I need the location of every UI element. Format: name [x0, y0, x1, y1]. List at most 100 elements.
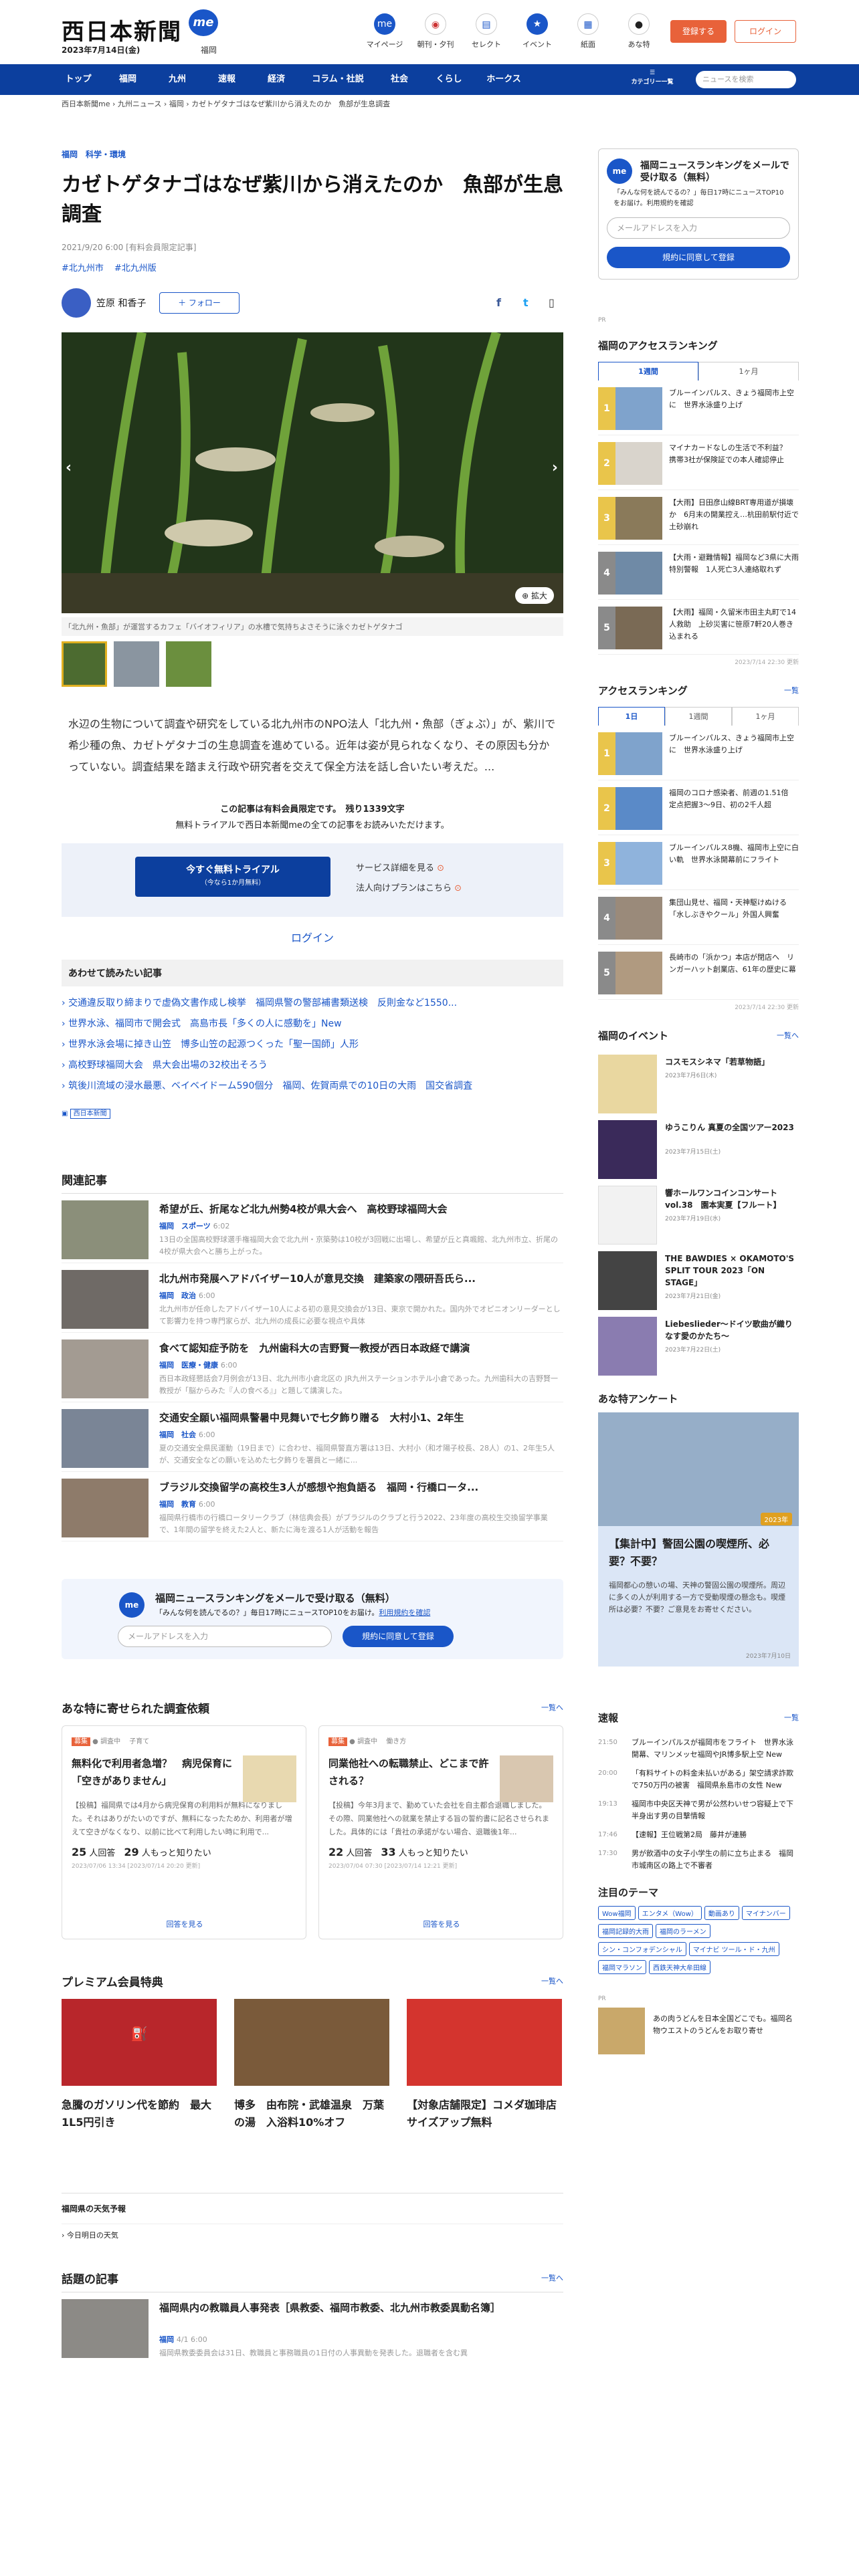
corporate-plan-link[interactable]: 法人向けプランはこちら ⊙: [356, 881, 462, 893]
tab-month[interactable]: 1ヶ月: [732, 707, 799, 726]
bookmark-icon[interactable]: ▯: [549, 296, 555, 309]
ranking-item[interactable]: 2 マイナカードなしの生活で不利益？ 携帯3社が保険証での本人確認停止: [598, 435, 799, 490]
ranking-item[interactable]: 4 集団山見せ、福岡・天神駆けぬける「水しぶきやクール」外国人興奮: [598, 890, 799, 945]
email-field[interactable]: メールアドレスを入力: [607, 217, 790, 239]
theme-chip[interactable]: 福岡記録的大雨: [598, 1924, 653, 1938]
list-item[interactable]: 筑後川流域の浸水最悪、ベイベイドーム590個分 福岡、佐賀両県での10日の大雨 …: [62, 1076, 563, 1097]
breaking-more-link[interactable]: 一覧: [784, 1712, 799, 1723]
tab-month[interactable]: 1ヶ月: [698, 362, 799, 381]
paper-button[interactable]: ◉ 朝刊・夕刊: [412, 13, 459, 49]
news-item[interactable]: 17:46 【速報】王位戦第2局 藤井が連勝: [598, 1829, 799, 1841]
terms-link[interactable]: 利用規約を確認: [379, 1608, 430, 1617]
select-button[interactable]: ▤ セレクト: [463, 13, 510, 49]
nav-economy[interactable]: 経済: [252, 64, 301, 95]
subscribe-button[interactable]: 規約に同意して登録: [607, 247, 790, 268]
list-item[interactable]: 世界水泳、福岡市で開会式 高島市長「多くの人に感動を」New: [62, 1014, 563, 1035]
related-article[interactable]: 食べて認知症予防を 九州歯科大の吉野賢一教授が西日本政経で講演 福岡 医療・健康 …: [62, 1333, 563, 1402]
related-article[interactable]: 希望が丘、折尾など北九州勢4校が県大会へ 高校野球福岡大会 福岡 スポーツ 6:0…: [62, 1194, 563, 1263]
theme-chip[interactable]: マイナンバー: [741, 1906, 790, 1920]
event-item[interactable]: コスモスシネマ「若草物語」 2023年7月6日(木): [598, 1051, 799, 1116]
ranking-item[interactable]: 5 【大雨】福岡・久留米市田主丸町で14人救助 上砂災害に笹原7軒20人巻き込まれ…: [598, 600, 799, 655]
nav-society[interactable]: 社会: [375, 64, 424, 95]
access-more-link[interactable]: 一覧: [784, 685, 799, 695]
tab-week[interactable]: 1週間: [598, 362, 698, 381]
news-item[interactable]: 19:13 福岡市中央区天神で男が公然わいせつ容疑上で下半身出す男の目撃情報: [598, 1798, 799, 1822]
theme-chip[interactable]: マイナビ ツール・ド・九州: [688, 1942, 779, 1956]
nav-column[interactable]: コラム・社説: [301, 64, 375, 95]
ranking-item[interactable]: 2 福岡のコロナ感染者、前週の1.51倍 定点把握3〜9日、初の2千人超: [598, 780, 799, 835]
theme-chip[interactable]: 福岡マラソン: [598, 1960, 646, 1974]
nav-fukuoka[interactable]: 福岡: [103, 64, 153, 95]
survey-card[interactable]: 募集 ● 調査中 働き方 同業他社への転職禁止、どこまで許される？ 【投稿】今年…: [318, 1725, 563, 1939]
tag-kitakyushu[interactable]: #北九州市: [62, 263, 104, 274]
theme-chip[interactable]: エンタメ（Wow）: [638, 1906, 702, 1920]
search-input[interactable]: ニュースを検索: [696, 71, 796, 88]
ranking-item[interactable]: 5 長崎市の「浜かつ」本店が閉店へ リンガーハット創業店、61年の歴史に幕: [598, 945, 799, 1000]
ranking-item[interactable]: 3 【大雨】日田彦山線BRT専用道が損壊か 6月末の開業控え…杭田前駅付近で土砂崩…: [598, 490, 799, 545]
news-item[interactable]: 20:00 「有料サイトの料金未払いがある」架空請求詐欺で750万円の被害 福岡県…: [598, 1767, 799, 1792]
site-logo[interactable]: 西日本新聞: [62, 13, 182, 46]
me-logo-icon[interactable]: me: [189, 9, 218, 36]
nav-sokuho[interactable]: 速報: [202, 64, 252, 95]
premium-card[interactable]: ⛽ 急騰のガソリン代を節約 最大1L5円引き: [62, 1999, 217, 2131]
event-item[interactable]: ゆうこりん 真夏の全国ツアー2023 2023年7月15日(土): [598, 1116, 799, 1182]
free-trial-button[interactable]: 今すぐ無料トライアル （今なら1か月無料）: [135, 857, 330, 897]
event-item[interactable]: THE BAWDIES × OKAMOTO'S SPLIT TOUR 2023「…: [598, 1247, 799, 1313]
theme-chip[interactable]: シン・コンフォデンシャル: [598, 1942, 686, 1956]
related-article[interactable]: 交通安全願い福岡県警暑中見舞いで七夕飾り贈る 大村小1、2年生 福岡 社会 6:0…: [62, 1402, 563, 1472]
next-arrow-icon[interactable]: ›: [552, 459, 558, 476]
shimen-button[interactable]: ▦ 紙面: [565, 13, 611, 49]
premium-card[interactable]: 【対象店舗限定】コメダ珈琲店 サイズアップ無料: [407, 1999, 562, 2131]
follow-button[interactable]: ＋ フォロー: [159, 292, 240, 314]
login-link[interactable]: ログイン: [62, 929, 563, 945]
tag-kitakyushu-ban[interactable]: #北九州版: [114, 263, 157, 274]
article-category[interactable]: 福岡 科学・環境: [62, 148, 563, 160]
event-button[interactable]: ★ イベント: [514, 13, 561, 49]
thumbnail[interactable]: [114, 641, 159, 687]
questionnaire-card[interactable]: 2023年 【集計中】警固公園の喫煙所、必要？不要？ 福岡都心の憩いの場、天神の…: [598, 1412, 799, 1667]
list-item[interactable]: 高校野球福岡大会 県大会出場の32校出そろう: [62, 1055, 563, 1076]
login-button[interactable]: ログイン: [735, 20, 796, 43]
register-button[interactable]: 登録する: [670, 20, 727, 43]
survey-card[interactable]: 募集 ● 調査中 子育て 無料化で利用者急増？ 病児保育に「空きがありません」 …: [62, 1725, 306, 1939]
event-item[interactable]: Liebeslieder〜ドイツ歌曲が織りなす愛のかたち〜 2023年7月22日(…: [598, 1313, 799, 1378]
topic-more-link[interactable]: 一覧へ: [541, 2272, 563, 2283]
ranking-item[interactable]: 3 ブルーインパルス8機、福岡市上空に白い軌 世界水泳開幕前にフライト: [598, 835, 799, 890]
ranking-item[interactable]: 4 【大雨・避難情報】福岡など3県に大雨特別警報 1人死亡3人連絡取れず: [598, 545, 799, 600]
author-name[interactable]: 笠原 和香子: [96, 296, 146, 310]
twitter-icon[interactable]: t: [523, 296, 529, 309]
service-detail-link[interactable]: サービス詳細を見る ⊙: [356, 861, 444, 873]
nav-kyushu[interactable]: 九州: [153, 64, 202, 95]
nav-top[interactable]: トップ: [54, 64, 103, 95]
header-city[interactable]: 福岡: [201, 44, 217, 56]
view-answer-link[interactable]: 回答を見る: [319, 1919, 564, 1929]
mypage-button[interactable]: me マイページ: [361, 13, 408, 49]
nav-life[interactable]: くらし: [424, 64, 474, 95]
theme-chip[interactable]: Wow福岡: [598, 1906, 636, 1920]
related-article[interactable]: 北九州市発展へアドバイザー10人が意見交換 建築家の隈研吾氏ら... 福岡 政治 …: [62, 1263, 563, 1333]
list-item[interactable]: 交通違反取り締まりで虚偽文書作成し検挙 福岡県警の警部補書類送検 反則金など15…: [62, 993, 563, 1014]
thumbnail[interactable]: [62, 641, 107, 687]
prev-arrow-icon[interactable]: ‹: [66, 459, 72, 476]
ranking-item[interactable]: 1 ブルーインパルス、きょう福岡市上空に 世界水泳盛り上げ: [598, 381, 799, 435]
survey-more-link[interactable]: 一覧へ: [541, 1702, 563, 1713]
theme-chip[interactable]: 福岡のラーメン: [656, 1924, 710, 1938]
event-more-link[interactable]: 一覧へ: [777, 1030, 799, 1041]
subscribe-button[interactable]: 規約に同意して登録: [343, 1626, 454, 1647]
premium-card[interactable]: 博多 由布院・武雄温泉 万葉の湯 入浴料10%オフ: [234, 1999, 389, 2131]
thumbnail[interactable]: [166, 641, 211, 687]
tab-week[interactable]: 1週間: [665, 707, 732, 726]
pr-item[interactable]: あの肉うどんを日本全国どこでも。福岡名物ウエストのうどんをお取り寄せ: [598, 2008, 799, 2061]
anatoku-button[interactable]: ● あな特: [615, 13, 662, 49]
enlarge-button[interactable]: ⊕ 拡大: [515, 587, 554, 604]
tab-day[interactable]: 1日: [598, 707, 665, 726]
email-field[interactable]: メールアドレスを入力: [118, 1626, 332, 1647]
news-item[interactable]: 21:50 ブルーインパルスが福岡市をフライト 世界水泳開幕、マリンメッセ福岡やJ…: [598, 1737, 799, 1761]
weather-link[interactable]: › 今日明日の天気: [62, 2224, 563, 2240]
event-item[interactable]: 響ホールワンコインコンサートvol.38 園本実夏【フルート】 2023年7月19…: [598, 1182, 799, 1247]
nav-hawks[interactable]: ホークス: [474, 64, 534, 95]
breadcrumb[interactable]: 西日本新聞me › 九州ニュース › 福岡 › カゼトゲタナゴはなぜ紫川から消え…: [62, 98, 390, 109]
category-menu-button[interactable]: ☰ カテゴリー一覧: [622, 64, 682, 95]
theme-chip[interactable]: 西鉄天神大牟田線: [649, 1960, 710, 1974]
avatar[interactable]: [62, 288, 91, 318]
